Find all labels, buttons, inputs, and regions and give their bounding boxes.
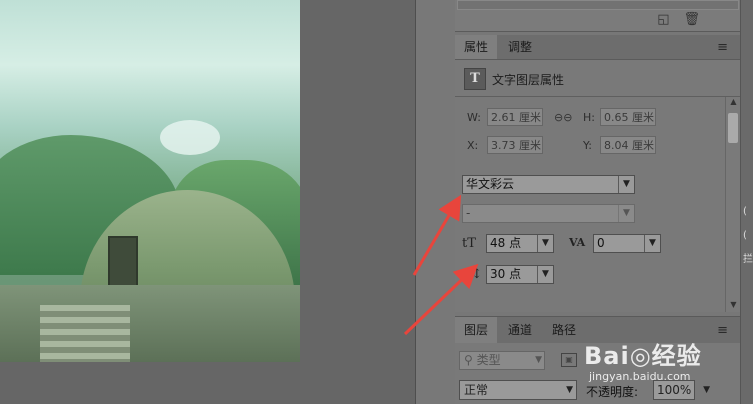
photo-stairs	[40, 305, 130, 362]
photo-cloud	[160, 120, 220, 155]
search-icon: ⚲	[464, 353, 477, 367]
scroll-thumb[interactable]	[728, 113, 738, 143]
properties-tabs: 属性 调整 ≡	[455, 35, 740, 60]
leading-value: 30 点	[490, 267, 522, 281]
link-icon[interactable]: ⊖⊖	[554, 111, 572, 124]
panel-menu-icon[interactable]: ≡	[717, 40, 728, 55]
edge-char: (	[743, 230, 747, 241]
font-size-select[interactable]: 48 点 ▼	[486, 234, 554, 253]
chevron-down-icon: ▼	[566, 385, 573, 395]
tab-paths[interactable]: 路径	[543, 317, 585, 343]
tracking-value: 0	[597, 236, 605, 250]
properties-title: 文字图层属性	[492, 73, 565, 87]
new-item-icon[interactable]: ◱	[657, 12, 669, 27]
canvas-image	[0, 0, 300, 362]
height-label: H:	[583, 111, 595, 124]
properties-body: W: 2.61 厘米 ⊖⊖ H: 0.65 厘米 X: 3.73 厘米 Y: 8…	[455, 97, 725, 312]
document-canvas[interactable]	[0, 0, 415, 404]
x-label: X:	[467, 139, 479, 152]
top-collapsed-panel: ◱ 🗑	[455, 0, 740, 32]
x-field[interactable]: 3.73 厘米	[487, 136, 543, 154]
y-field[interactable]: 8.04 厘米	[600, 136, 656, 154]
chevron-down-icon: ▼	[644, 235, 660, 252]
leading-select[interactable]: 30 点 ▼	[486, 265, 554, 284]
properties-scrollbar[interactable]: ▲ ▼	[725, 97, 741, 312]
font-style-value: -	[466, 206, 471, 220]
leading-icon: A↕	[462, 267, 483, 282]
font-family-value: 华文彩云	[466, 177, 515, 191]
watermark-logo: Bai◎经验	[584, 342, 702, 370]
scroll-down-icon[interactable]: ▼	[726, 300, 741, 312]
edge-char: (	[743, 206, 747, 217]
panel-dock-strip	[415, 0, 456, 404]
blend-mode-select[interactable]: 正常 ▼	[459, 380, 577, 400]
photo-door	[108, 236, 138, 288]
watermark-url: jingyan.baidu.com	[589, 370, 691, 383]
top-panel-area	[457, 0, 739, 10]
chevron-down-icon: ▼	[537, 235, 553, 252]
blend-mode-value: 正常	[464, 383, 489, 397]
font-size-value: 48 点	[490, 236, 522, 250]
tab-properties[interactable]: 属性	[455, 35, 498, 59]
chevron-down-icon: ▼	[618, 176, 634, 193]
height-field[interactable]: 0.65 厘米	[600, 108, 656, 126]
properties-header: T 文字图层属性	[455, 60, 740, 97]
tab-channels[interactable]: 通道	[499, 317, 541, 343]
image-filter-icon[interactable]: ▣	[561, 353, 577, 367]
font-family-select[interactable]: 华文彩云 ▼	[462, 175, 635, 194]
watermark: Bai◎经验 jingyan.baidu.com	[584, 336, 749, 388]
tab-adjustments[interactable]: 调整	[499, 35, 541, 59]
tracking-select[interactable]: 0 ▼	[593, 234, 661, 253]
y-label: Y:	[583, 139, 592, 152]
font-size-icon: tT	[462, 236, 476, 251]
width-label: W:	[467, 111, 481, 124]
edge-char: 拦	[743, 254, 753, 265]
filter-value: 类型	[476, 353, 501, 367]
chevron-down-icon: ▼	[537, 266, 553, 283]
tab-layers[interactable]: 图层	[455, 317, 498, 343]
layer-filter-select[interactable]: ⚲ 类型 ▼	[459, 351, 545, 370]
chevron-down-icon: ▼	[535, 355, 542, 365]
type-layer-icon: T	[464, 68, 486, 90]
chevron-down-icon: ▼	[618, 205, 634, 222]
width-field[interactable]: 2.61 厘米	[487, 108, 543, 126]
trash-icon[interactable]: 🗑	[683, 12, 700, 27]
font-style-select[interactable]: - ▼	[462, 204, 635, 223]
tracking-icon: VA	[569, 236, 586, 249]
scroll-up-icon[interactable]: ▲	[726, 97, 741, 109]
